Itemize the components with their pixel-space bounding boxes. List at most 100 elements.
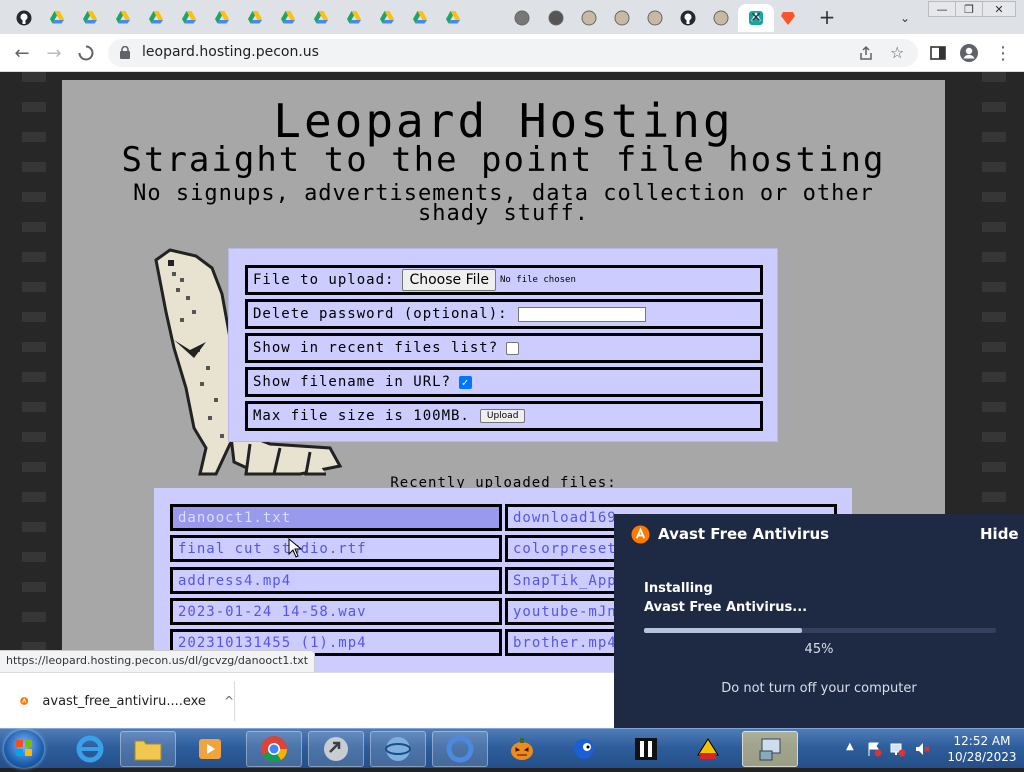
taskbar-file-explorer[interactable] xyxy=(120,731,176,767)
download-item[interactable]: avast_free_antiviru....exe ^ xyxy=(10,681,235,721)
address-bar[interactable]: leopard.hosting.pecon.us ☆ xyxy=(108,39,918,67)
side-panel-icon[interactable] xyxy=(928,43,948,63)
share-icon[interactable] xyxy=(858,45,874,61)
blue-ring-icon xyxy=(446,735,474,763)
new-tab-button[interactable]: + xyxy=(815,5,839,29)
avast-logo-icon xyxy=(631,525,650,544)
taskbar-app[interactable] xyxy=(370,731,426,767)
file-upload-row: File to upload: Choose File No file chos… xyxy=(245,265,763,295)
mouse-cursor-icon xyxy=(288,538,302,558)
browser-tab[interactable] xyxy=(539,4,572,32)
show-filename-checkbox[interactable]: ✓ xyxy=(459,375,473,389)
github-icon xyxy=(16,10,31,26)
google-drive-icon xyxy=(181,11,196,24)
browser-tab[interactable] xyxy=(436,4,469,32)
browser-tab[interactable] xyxy=(73,4,106,32)
recent-file-link[interactable]: address4.mp4 xyxy=(170,567,502,594)
show-recent-row: Show in recent files list? xyxy=(245,333,763,363)
avast-install-popup: Avast Free Antivirus Hide Installing Ava… xyxy=(614,514,1024,728)
show-filename-row: Show filename in URL? ✓ xyxy=(245,367,763,397)
browser-tab[interactable] xyxy=(7,4,40,32)
browser-toolbar: ← → leopard.hosting.pecon.us ☆ ⋮ xyxy=(0,34,1024,72)
taskbar-app[interactable] xyxy=(618,731,674,767)
site-icon xyxy=(713,10,728,26)
file-upload-label: File to upload: xyxy=(253,272,395,288)
start-button[interactable] xyxy=(4,730,44,768)
show-filename-label: Show filename in URL? xyxy=(253,374,452,390)
choose-file-button[interactable]: Choose File xyxy=(402,269,497,291)
site-subtitle: Straight to the point file hosting xyxy=(121,140,886,180)
download-filename[interactable]: avast_free_antiviru....exe xyxy=(42,694,206,709)
upload-form: File to upload: Choose File No file chos… xyxy=(229,249,777,441)
refresh-site-icon xyxy=(548,10,563,26)
taskbar-internet-explorer[interactable] xyxy=(62,731,118,767)
tray-network-icon[interactable] xyxy=(890,741,906,757)
browser-tab[interactable] xyxy=(238,4,271,32)
globe-icon xyxy=(514,10,529,26)
loading-spinner-icon xyxy=(78,45,94,61)
avast-hide-button[interactable]: Hide xyxy=(980,525,1019,543)
tab-search-button[interactable]: ⌄ xyxy=(893,8,917,28)
browser-tab[interactable] xyxy=(671,4,704,32)
taskbar-app[interactable] xyxy=(494,731,550,767)
taskbar-chrome[interactable] xyxy=(246,731,302,767)
tray-expand-icon[interactable]: ▲ xyxy=(846,741,862,757)
github-icon xyxy=(680,10,695,26)
browser-tab[interactable] xyxy=(106,4,139,32)
tray-volume-icon[interactable] xyxy=(914,741,930,757)
stop-loading-button[interactable] xyxy=(74,41,98,65)
taskbar-media-player[interactable] xyxy=(182,731,238,767)
browser-tab[interactable] xyxy=(304,4,337,32)
taskbar-clock-time[interactable]: 12:52 AM xyxy=(944,734,1020,748)
taskbar-app[interactable] xyxy=(556,731,612,767)
taskbar-app[interactable] xyxy=(680,731,736,767)
taskbar-app[interactable] xyxy=(432,731,488,767)
browser-tab[interactable] xyxy=(403,4,436,32)
recent-file-link[interactable]: danooct1.txt xyxy=(170,504,502,531)
forward-button[interactable]: → xyxy=(42,41,66,65)
browser-tab[interactable] xyxy=(205,4,238,32)
taskbar-app[interactable] xyxy=(308,731,364,767)
recent-file-link[interactable]: final cut studio.rtf xyxy=(170,535,502,562)
google-drive-icon xyxy=(148,11,163,24)
google-drive-icon xyxy=(247,11,262,24)
minimize-button[interactable]: — xyxy=(928,1,956,17)
menu-kebab-icon[interactable]: ⋮ xyxy=(993,43,1013,64)
windows-logo-icon xyxy=(16,740,32,756)
max-size-row: Max file size is 100MB. Upload xyxy=(245,401,763,431)
browser-tab[interactable] xyxy=(172,4,205,32)
tab-strip xyxy=(0,0,1024,34)
close-tab-icon[interactable]: ✕ xyxy=(746,8,766,28)
maximize-button[interactable]: ❐ xyxy=(955,1,983,17)
internet-explorer-icon xyxy=(76,735,104,763)
browser-tab[interactable] xyxy=(139,4,172,32)
taskbar-avast-installer[interactable] xyxy=(742,731,798,767)
google-drive-icon xyxy=(49,11,64,24)
browser-tab[interactable] xyxy=(337,4,370,32)
url-text[interactable]: leopard.hosting.pecon.us xyxy=(142,44,319,60)
bookmark-star-icon[interactable]: ☆ xyxy=(890,43,904,62)
browser-tab[interactable] xyxy=(572,4,605,32)
browser-tab[interactable] xyxy=(370,4,403,32)
show-recent-label: Show in recent files list? xyxy=(253,340,499,356)
download-options-chevron-icon[interactable]: ^ xyxy=(224,694,234,708)
back-button[interactable]: ← xyxy=(10,41,34,65)
browser-tab[interactable] xyxy=(771,4,804,32)
tray-flag-icon[interactable] xyxy=(866,741,882,757)
recent-file-link[interactable]: 2023-01-24 14-58.wav xyxy=(170,598,502,625)
show-recent-checkbox[interactable] xyxy=(506,341,520,355)
delete-password-input[interactable] xyxy=(517,306,646,322)
avast-installer-icon xyxy=(20,697,29,705)
browser-tab[interactable] xyxy=(505,4,538,32)
browser-tab[interactable] xyxy=(638,4,671,32)
close-window-button[interactable]: ✕ xyxy=(982,1,1016,17)
browser-tab[interactable] xyxy=(271,4,304,32)
upload-button[interactable]: Upload xyxy=(479,409,526,423)
browser-tab[interactable] xyxy=(605,4,638,32)
lock-icon[interactable] xyxy=(120,46,130,59)
status-url-preview: https://leopard.hosting.pecon.us/dl/gcvz… xyxy=(0,650,316,672)
profile-avatar-icon[interactable] xyxy=(959,43,979,63)
browser-tab[interactable] xyxy=(704,4,737,32)
taskbar-clock-date[interactable]: 10/28/2023 xyxy=(944,750,1020,764)
browser-tab[interactable] xyxy=(40,4,73,32)
